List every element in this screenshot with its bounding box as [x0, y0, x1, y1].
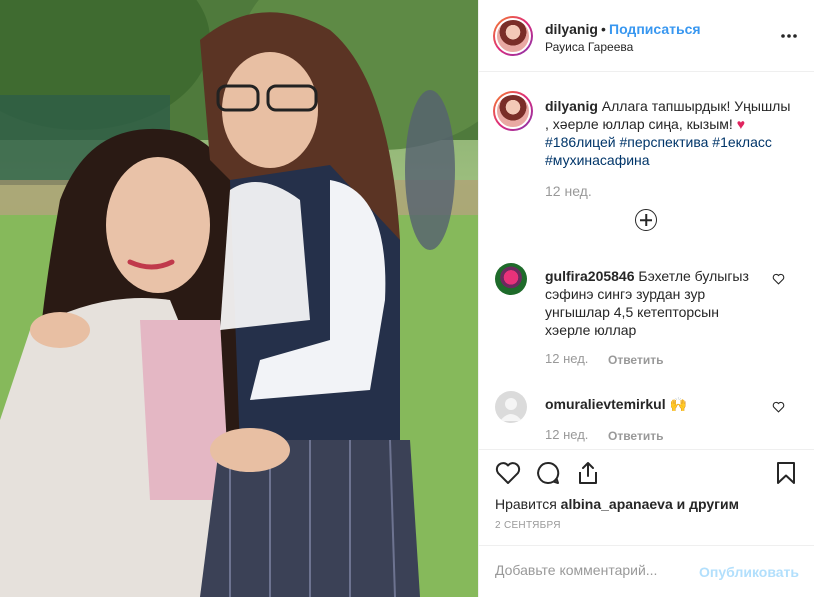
follow-button[interactable]: Подписаться: [609, 21, 701, 37]
comment-icon[interactable]: [535, 460, 561, 486]
heart-icon[interactable]: [495, 460, 521, 486]
comment-body: 🙌: [669, 396, 687, 412]
comments-list[interactable]: dilyanig Аллага тапшырдык! Уңышлы , хәер…: [479, 73, 814, 449]
hashtag-link[interactable]: #186лицей: [545, 134, 616, 150]
default-avatar-icon: [500, 398, 522, 421]
post-header: dilyanig • Подписаться Рауиса Гареева: [479, 0, 814, 72]
action-bar: Нравится albina_apanaeva и другим 2 СЕНТ…: [479, 449, 814, 545]
more-options-icon[interactable]: [781, 27, 797, 45]
caption-time[interactable]: 12 нед.: [545, 183, 592, 199]
commenter-avatar[interactable]: [495, 263, 527, 295]
author-avatar[interactable]: [493, 16, 533, 56]
publish-button[interactable]: Опубликовать: [699, 564, 799, 580]
red-heart-emoji: ♥: [736, 116, 745, 132]
post-date[interactable]: 2 СЕНТЯБРЯ: [495, 520, 561, 531]
commenter-avatar[interactable]: [495, 391, 527, 423]
add-comment-bar: Опубликовать: [479, 545, 814, 597]
caption-text: dilyanig Аллага тапшырдык! Уңышлы , хәер…: [545, 97, 795, 169]
photo-illustration: [0, 0, 478, 597]
commenter-username[interactable]: gulfira205846: [545, 268, 635, 284]
post-panel: dilyanig • Подписаться Рауиса Гареева di…: [478, 0, 814, 597]
post-location[interactable]: Рауиса Гареева: [545, 40, 633, 54]
reply-button[interactable]: Ответить: [608, 429, 663, 443]
hashtag-link[interactable]: #перспектива: [620, 134, 709, 150]
liker-username[interactable]: albina_apanaeva: [561, 496, 673, 512]
share-icon[interactable]: [575, 460, 601, 486]
comment-input[interactable]: [495, 562, 695, 578]
hashtag-link[interactable]: #1екласс: [712, 134, 772, 150]
comment-like-icon[interactable]: [772, 401, 785, 413]
likes-summary: Нравится albina_apanaeva и другим: [495, 496, 739, 512]
post-photo[interactable]: [0, 0, 478, 597]
caption-avatar[interactable]: [493, 91, 533, 131]
bookmark-icon[interactable]: [773, 460, 799, 486]
comment-like-icon[interactable]: [772, 273, 785, 285]
likes-prefix: Нравится: [495, 496, 557, 512]
caption-username[interactable]: dilyanig: [545, 98, 598, 114]
header-separator: •: [601, 21, 606, 37]
comment-time[interactable]: 12 нед.: [545, 351, 588, 366]
reply-button[interactable]: Ответить: [608, 353, 663, 367]
author-username[interactable]: dilyanig: [545, 21, 598, 37]
commenter-username[interactable]: omuralievtemirkul: [545, 396, 666, 412]
comment-time[interactable]: 12 нед.: [545, 427, 588, 442]
load-more-comments-icon[interactable]: [635, 209, 657, 231]
comment-text: omuralievtemirkul 🙌: [545, 395, 767, 413]
hashtag-link[interactable]: #мухинасафина: [545, 152, 650, 168]
comment-text: gulfira205846 Бэхетле булыгыз сэфинэ син…: [545, 267, 767, 339]
likes-suffix[interactable]: и другим: [677, 496, 739, 512]
